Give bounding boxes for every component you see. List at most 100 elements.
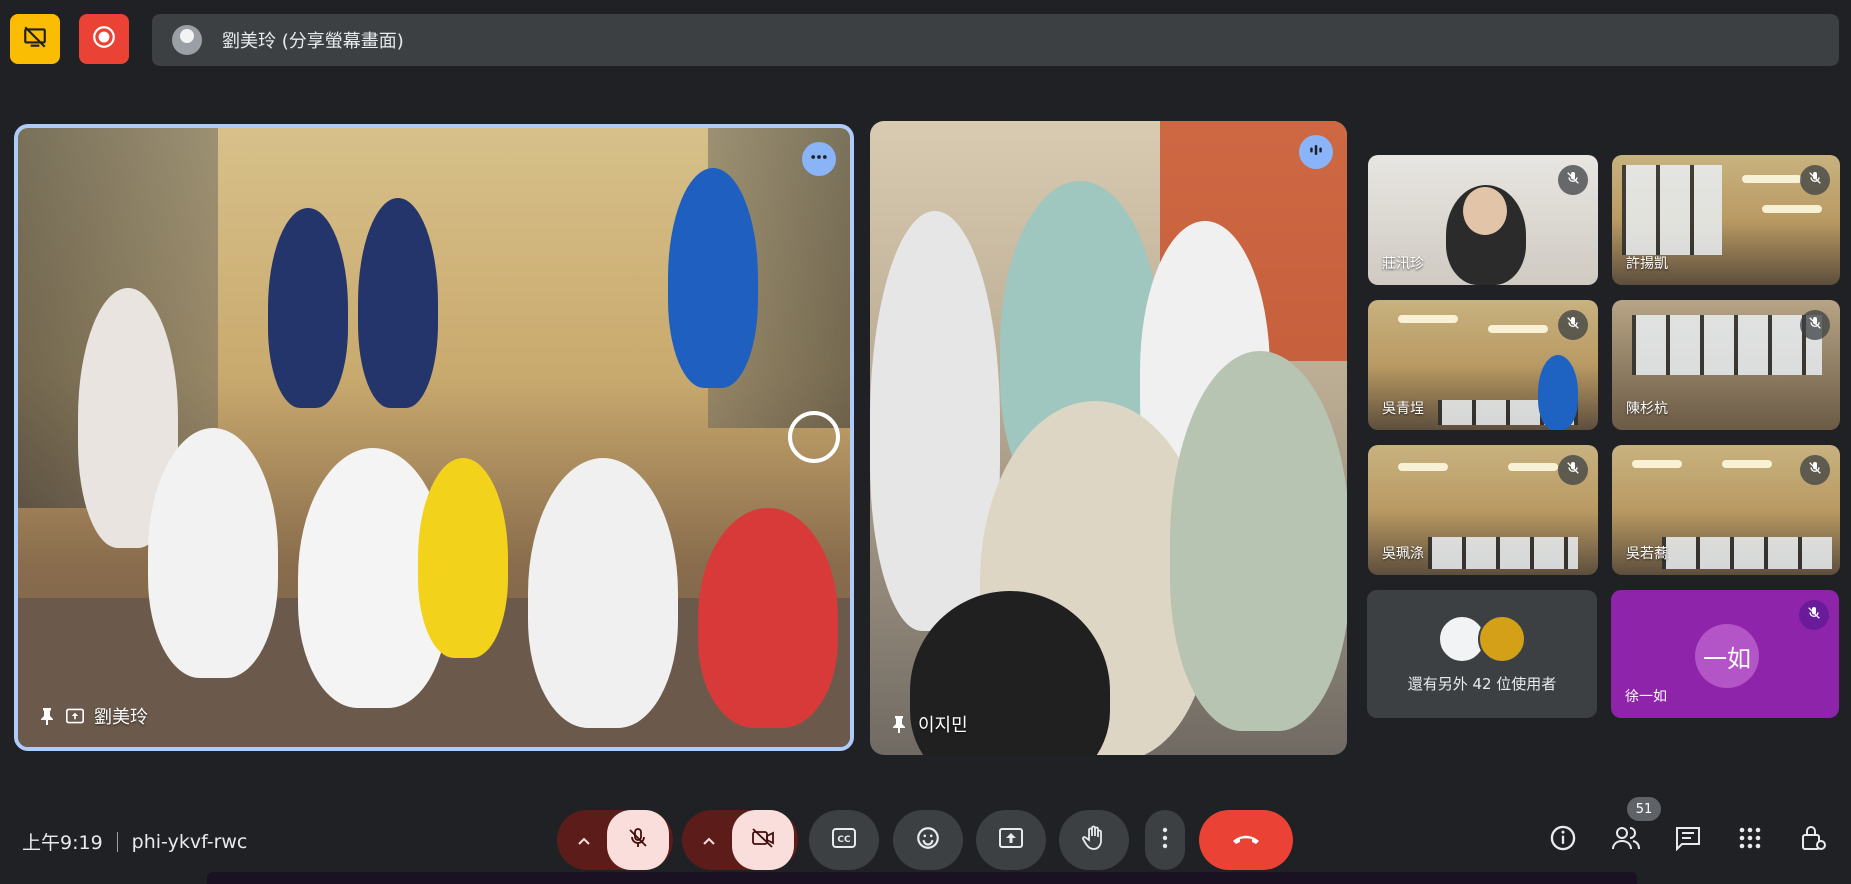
- participant-tile[interactable]: 吳若蕎: [1612, 445, 1840, 575]
- raise-hand-icon: [1082, 825, 1106, 855]
- svg-text:CC: CC: [837, 835, 851, 845]
- mic-off-indicator: [1799, 600, 1829, 630]
- meeting-details-button[interactable]: [1545, 822, 1581, 858]
- participant-tile[interactable]: 莊汛珍: [1368, 155, 1598, 285]
- captions-button[interactable]: CC: [809, 810, 879, 870]
- present-now-button[interactable]: [976, 810, 1046, 870]
- screen-share-banner[interactable]: 劉美玲 (分享螢幕畫面): [152, 14, 1839, 66]
- record-icon: [91, 24, 117, 54]
- ceiling-light: [1742, 175, 1802, 183]
- student-figure: [268, 208, 348, 408]
- ceiling-light: [1398, 463, 1448, 471]
- ceiling-light: [1488, 325, 1548, 333]
- raise-hand-button[interactable]: [1059, 810, 1129, 870]
- camera-shutter-overlay: [788, 411, 840, 463]
- people-icon: [1611, 825, 1641, 855]
- participant-face: [1463, 187, 1507, 235]
- student-figure: [358, 198, 438, 408]
- ceiling-light: [1398, 315, 1458, 323]
- present-icon: [998, 827, 1024, 853]
- chat-icon: [1674, 825, 1702, 855]
- video-options-button[interactable]: [686, 810, 732, 870]
- meeting-code: phi-ykvf-rwc: [131, 830, 248, 853]
- share-banner-text: 劉美玲 (分享螢幕畫面): [222, 31, 404, 52]
- mic-off-icon: [1565, 460, 1581, 480]
- participant-name: 陳杉杭: [1626, 401, 1668, 417]
- people-button[interactable]: [1608, 822, 1644, 858]
- divider: [116, 831, 118, 852]
- mic-off-icon: [1807, 170, 1823, 190]
- reactions-button[interactable]: [893, 810, 963, 870]
- participant-tile[interactable]: 吳青埕: [1368, 300, 1598, 430]
- classroom-window: [1428, 537, 1578, 569]
- other-participants-avatars: [1438, 614, 1526, 663]
- clock-time: 上午9:19: [22, 832, 103, 854]
- student-figure: [698, 508, 838, 728]
- classroom-window: [1632, 315, 1822, 375]
- pin-icon: [890, 715, 908, 733]
- tile-more-button[interactable]: [802, 142, 836, 176]
- mic-off-indicator: [1558, 310, 1588, 340]
- mic-off-indicator: [1558, 165, 1588, 195]
- meeting-details: 上午9:19 phi-ykvf-rwc: [22, 828, 247, 855]
- present-off-icon: [22, 24, 48, 54]
- other-participants-tile[interactable]: 還有另外 42 位使用者: [1367, 590, 1597, 718]
- leave-call-button[interactable]: [1199, 810, 1293, 870]
- student-figure: [528, 458, 678, 728]
- mic-off-indicator: [1558, 455, 1588, 485]
- more-options-button[interactable]: [1145, 810, 1185, 870]
- ceiling-light: [1508, 463, 1558, 471]
- participant-name-tag: 이지민: [890, 711, 968, 737]
- avatar: [1478, 614, 1526, 663]
- mic-off-icon: [1807, 315, 1823, 335]
- participant-count-badge: 51: [1627, 797, 1661, 821]
- hangup-icon: [1231, 831, 1261, 850]
- avatar: 一如: [1695, 624, 1759, 688]
- audio-options-button[interactable]: [561, 810, 607, 870]
- classroom-window: [1662, 537, 1832, 569]
- chat-button[interactable]: [1670, 822, 1706, 858]
- other-participants-count: 還有另外 42 位使用者: [1407, 674, 1557, 693]
- mic-toggle-button[interactable]: [607, 810, 669, 870]
- participant-name: 吳若蕎: [1626, 546, 1668, 562]
- participant-name: 吳珮涤: [1382, 546, 1424, 562]
- participant-tile[interactable]: 吳珮涤: [1368, 445, 1598, 575]
- mic-off-icon: [1806, 605, 1822, 625]
- student-figure: [668, 168, 758, 388]
- participant-tile[interactable]: 一如 徐一如: [1611, 590, 1839, 718]
- host-controls-button[interactable]: [1795, 822, 1831, 858]
- present-off-button[interactable]: [10, 14, 60, 64]
- presenter-tile-secondary[interactable]: 이지민: [870, 121, 1347, 755]
- recording-button[interactable]: [79, 14, 129, 64]
- mic-off-indicator: [1800, 455, 1830, 485]
- participant-tile[interactable]: 許揚凱: [1612, 155, 1840, 285]
- host-controls-icon: [1800, 824, 1826, 856]
- info-icon: [1549, 824, 1577, 856]
- student-figure: [148, 428, 278, 678]
- participant-name: 이지민: [918, 715, 968, 736]
- mic-off-icon: [1565, 315, 1581, 335]
- chevron-up-icon: [702, 831, 716, 850]
- camera-toggle-button[interactable]: [732, 810, 794, 870]
- chevron-up-icon: [577, 831, 591, 850]
- participant-figure: [1538, 355, 1578, 430]
- presenter-tile-main[interactable]: 劉美玲: [14, 124, 854, 751]
- ceiling-light: [1722, 460, 1772, 468]
- captions-icon: CC: [831, 827, 857, 853]
- presenter-name-tag: 劉美玲: [38, 703, 148, 729]
- activities-button[interactable]: [1732, 822, 1768, 858]
- participant-name: 許揚凱: [1626, 256, 1668, 272]
- participant-name: 徐一如: [1625, 689, 1667, 705]
- ceiling-light: [1762, 205, 1822, 213]
- camera-control-group: [682, 810, 798, 870]
- participant-name: 莊汛珍: [1382, 256, 1424, 272]
- audio-level-indicator: [1299, 135, 1333, 169]
- presenter-avatar: [172, 25, 202, 55]
- mic-off-indicator: [1800, 165, 1830, 195]
- screen-share-icon: [66, 707, 84, 725]
- more-horiz-icon: [809, 147, 829, 171]
- presenter-name: 劉美玲: [94, 707, 148, 728]
- mic-control-group: [557, 810, 673, 870]
- emoji-icon: [915, 825, 941, 855]
- participant-tile[interactable]: 陳杉杭: [1612, 300, 1840, 430]
